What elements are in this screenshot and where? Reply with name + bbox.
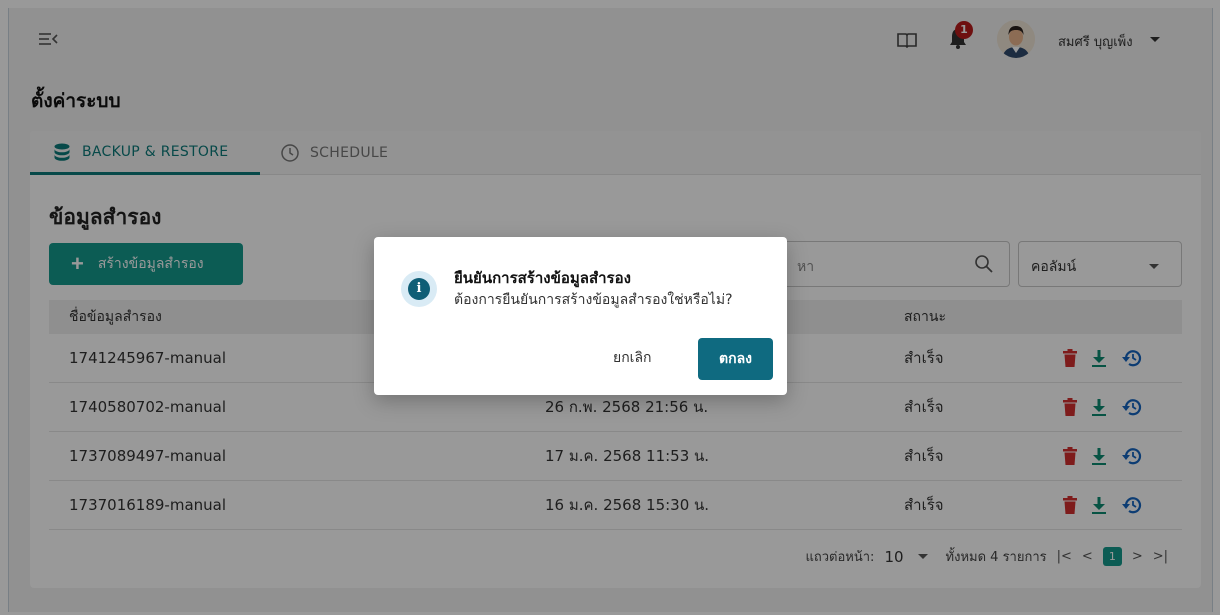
ok-button[interactable]: ตกลง xyxy=(698,338,773,380)
dialog-message: ต้องการยืนยันการสร้างข้อมูลสำรองใช่หรือไ… xyxy=(454,292,733,308)
info-icon-glyph: i xyxy=(408,278,430,300)
confirm-dialog: i ยืนยันการสร้างข้อมูลสำรอง ต้องการยืนยั… xyxy=(374,237,787,395)
info-icon: i xyxy=(401,271,437,307)
dialog-title: ยืนยันการสร้างข้อมูลสำรอง xyxy=(454,269,631,287)
cancel-button[interactable]: ยกเลิก xyxy=(613,347,652,369)
